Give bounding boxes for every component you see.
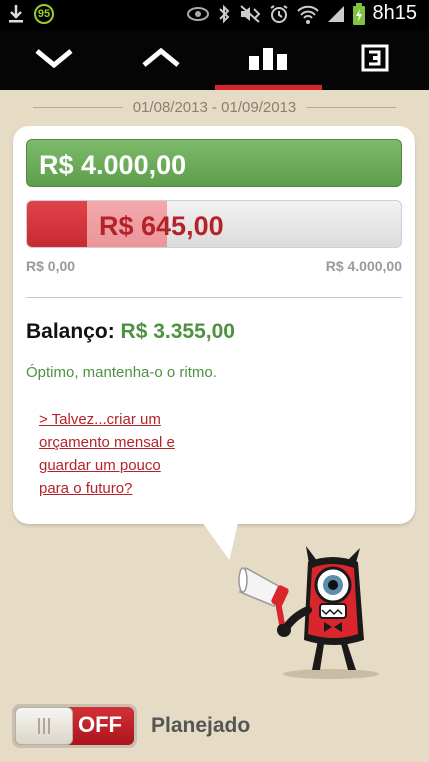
bluetooth-icon <box>217 3 231 25</box>
period-label: 01/08/2013 - 01/09/2013 <box>132 98 297 116</box>
expense-fill <box>27 201 87 247</box>
balance-message: Óptimo, mantenha-o o ritmo. <box>26 364 217 381</box>
period-header: 01/08/2013 - 01/09/2013 <box>0 96 429 118</box>
income-value: R$ 4.000,00 <box>39 150 187 180</box>
chevron-down-icon <box>34 46 74 75</box>
chevron-up-icon <box>141 46 181 75</box>
expense-bar: R$ 645,00 <box>26 200 402 248</box>
scale-min-label: R$ 0,00 <box>26 258 76 274</box>
download-icon <box>8 4 24 24</box>
toggle-state: OFF <box>78 712 122 737</box>
balance-label: Balanço: <box>26 320 115 343</box>
collapse-button[interactable] <box>0 30 107 90</box>
signal-icon <box>327 5 345 23</box>
toggle-knob[interactable] <box>15 707 73 745</box>
exit-button[interactable] <box>322 30 429 90</box>
divider-left <box>32 106 123 108</box>
planned-label: Planejado <box>151 714 251 737</box>
mute-icon <box>239 4 261 24</box>
action-toolbar <box>0 30 429 90</box>
grip-icon <box>38 718 50 734</box>
clock-time: 8h15 <box>372 2 418 24</box>
scale-max-label: R$ 4.000,00 <box>325 258 402 274</box>
monster-megaphone-mascot <box>236 540 386 680</box>
eye-icon <box>186 6 209 22</box>
create-budget-link[interactable]: > Talvez...criar um orçamento mensal e g… <box>39 408 189 500</box>
exit-icon <box>361 44 389 77</box>
status-bar: 95 8h15 <box>0 0 429 30</box>
divider <box>26 297 402 298</box>
alarm-icon <box>269 4 289 24</box>
balance-row: Balanço: R$ 3.355,00 <box>26 320 235 344</box>
summary-bubble: R$ 4.000,00 R$ 645,00 R$ 0,00 R$ 4.000,0… <box>13 126 415 524</box>
planned-toggle[interactable]: OFF <box>12 704 137 748</box>
battery-icon <box>352 2 365 25</box>
wifi-icon <box>296 4 319 24</box>
chart-tab-button[interactable] <box>214 30 323 90</box>
expense-value: R$ 645,00 <box>99 211 224 241</box>
divider-right <box>306 106 397 108</box>
bar-chart-icon <box>249 46 288 75</box>
income-bar: R$ 4.000,00 <box>26 139 402 187</box>
notification-count-icon: 95 <box>34 4 54 24</box>
balance-value: R$ 3.355,00 <box>120 320 235 343</box>
expand-button[interactable] <box>107 30 214 90</box>
